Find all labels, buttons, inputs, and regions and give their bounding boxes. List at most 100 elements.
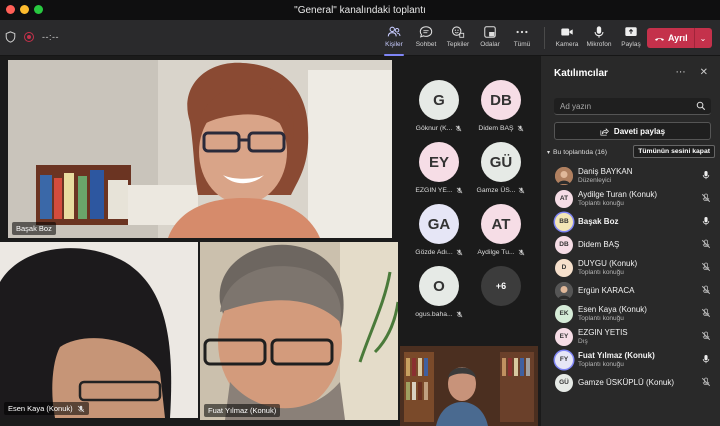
close-window-button[interactable]: [6, 5, 15, 14]
participant-row[interactable]: EY EZGIN YETIS Dış: [541, 325, 720, 348]
microphone-off-icon: [701, 331, 711, 341]
avatar: BB: [555, 212, 573, 231]
participant-role: Dış: [578, 338, 588, 345]
video-tile-main-speaker[interactable]: Başak Boz: [8, 60, 392, 238]
microphone-icon: [594, 26, 604, 38]
self-video-feed-image: [400, 346, 538, 426]
participant-row[interactable]: AT Aydilge Turan (Konuk) Toplantı konuğu: [541, 187, 720, 210]
toolbar-microphone-button[interactable]: Mikrofon: [583, 23, 615, 53]
participant-name: Başak Boz: [578, 217, 619, 226]
toolbar-camera-button[interactable]: Kamera: [551, 23, 583, 53]
share-invite-icon: [600, 127, 609, 135]
close-icon[interactable]: ✕: [700, 67, 708, 78]
participant-avatar: DB: [481, 80, 521, 120]
share-invite-button[interactable]: Daveti paylaş: [554, 122, 711, 140]
toolbar-share-button[interactable]: Paylaş: [615, 23, 647, 53]
leave-main-button[interactable]: Ayrıl: [647, 28, 695, 48]
self-view-tile[interactable]: [400, 346, 538, 426]
microphone-off-icon: [701, 239, 711, 249]
participant-tile[interactable]: AT Aydilge Tu...: [473, 204, 529, 264]
microphone-off-icon: [701, 285, 711, 295]
microphone-off-icon: [701, 193, 711, 203]
toolbar-chat-button[interactable]: Sohbet: [410, 23, 442, 53]
mute-all-button[interactable]: Tümünün sesini kapat: [633, 145, 715, 158]
participant-label: Gözde Adı...: [415, 249, 463, 256]
leave-button[interactable]: Ayrıl ⌄: [647, 28, 712, 48]
toolbar-rooms-button[interactable]: Odalar: [474, 23, 506, 53]
more-options-icon[interactable]: ⋯: [676, 67, 686, 78]
video-tile-fuat-yilmaz[interactable]: Fuat Yılmaz (Konuk): [200, 242, 398, 420]
avatar: [555, 166, 573, 185]
minimize-window-button[interactable]: [20, 5, 29, 14]
share-invite-label: Daveti paylaş: [613, 126, 666, 136]
participant-avatar: O: [419, 266, 459, 306]
participant-row[interactable]: D DUYGU (Konuk) Toplantı konuğu: [541, 256, 720, 279]
search-field[interactable]: [554, 98, 711, 115]
avatar: EY: [555, 327, 573, 346]
participant-name: Gamze ÜS...: [476, 187, 516, 194]
video-feed-image: [8, 60, 392, 238]
participant-name: Göknur (K...: [415, 125, 453, 132]
rooms-icon: [484, 26, 496, 38]
participant-name: Gamze ÜSKÜPLÜ (Konuk): [578, 378, 675, 387]
participant-tile[interactable]: O ogus.baha...: [411, 266, 467, 326]
section-title: Bu toplantıda (16): [553, 148, 608, 156]
participant-name: Ergün KARACA: [578, 286, 635, 295]
avatar: GÜ: [555, 373, 573, 392]
participant-role: Toplantı konuğu: [578, 315, 624, 322]
participant-tile[interactable]: G Göknur (K...: [411, 80, 467, 140]
search-input[interactable]: [554, 98, 684, 114]
toolbar-chat-label: Sohbet: [415, 41, 437, 48]
participant-row[interactable]: Ergün KARACA: [541, 279, 720, 302]
microphone-off-icon: [77, 405, 84, 412]
toolbar-camera-label: Kamera: [555, 41, 579, 48]
participant-name: Esen Kaya (Konuk): [8, 404, 73, 413]
video-tile-esen-kaya[interactable]: Esen Kaya (Konuk): [0, 242, 198, 418]
participant-tile[interactable]: DB Didem BAŞ: [473, 80, 529, 140]
search-icon: [696, 101, 706, 111]
participant-label: ogus.baha...: [415, 311, 463, 318]
toolbar-people-button[interactable]: Kişiler: [378, 23, 410, 56]
avatar: D: [555, 258, 573, 277]
people-icon: [387, 26, 401, 37]
recording-icon: [24, 32, 34, 42]
participant-name-tag: Fuat Yılmaz (Konuk): [204, 404, 281, 417]
maximize-window-button[interactable]: [34, 5, 43, 14]
microphone-icon: [702, 170, 710, 180]
more-icon: [516, 30, 528, 34]
participant-role: Düzenleyici: [578, 177, 612, 184]
share-icon: [625, 27, 637, 36]
participant-name: Didem BAŞ: [578, 240, 620, 249]
participant-name: Fuat Yılmaz (Konuk): [578, 351, 655, 360]
video-feed-image: [0, 242, 198, 418]
participant-row[interactable]: Daniş BAYKAN Düzenleyici: [541, 164, 720, 187]
toolbar-more-label: Tümü: [513, 41, 531, 48]
participant-label: EZGIN YE...: [415, 187, 463, 194]
toolbar-share-label: Paylaş: [621, 41, 641, 48]
participant-row[interactable]: BB Başak Boz: [541, 210, 720, 233]
meeting-timer: --:--: [42, 32, 59, 42]
toolbar-divider: [544, 27, 545, 49]
avatar: EK: [555, 304, 573, 323]
participant-row[interactable]: FY Fuat Yılmaz (Konuk) Toplantı konuğu: [541, 348, 720, 371]
participant-tile[interactable]: EY EZGIN YE...: [411, 142, 467, 202]
microphone-off-icon: [701, 308, 711, 318]
participant-tile[interactable]: GA Gözde Adı...: [411, 204, 467, 264]
participant-tile[interactable]: GÜ Gamze ÜS...: [473, 142, 529, 202]
participants-panel: Katılımcılar ⋯ ✕ Daveti paylaş ▾Bu topla…: [540, 56, 720, 426]
toolbar-more-button[interactable]: Tümü: [506, 23, 538, 53]
section-toggle[interactable]: ▾ Bu toplantıda (16): [547, 149, 607, 156]
shield-icon[interactable]: [5, 31, 16, 43]
toolbar-reactions-button[interactable]: Tepkiler: [442, 23, 474, 53]
participant-name: ogus.baha...: [415, 311, 453, 318]
participant-row[interactable]: EK Esen Kaya (Konuk) Toplantı konuğu: [541, 302, 720, 325]
more-participants-tile[interactable]: +6: [473, 266, 529, 326]
participant-row[interactable]: DB Didem BAŞ: [541, 233, 720, 256]
participant-role: Toplantı konuğu: [578, 361, 624, 368]
avatar: DB: [555, 235, 573, 254]
leave-options-chevron-down-icon[interactable]: ⌄: [695, 34, 711, 43]
participant-name: Başak Boz: [16, 224, 52, 233]
toolbar-reactions-label: Tepkiler: [446, 41, 470, 48]
participant-avatar: AT: [481, 204, 521, 244]
participant-row[interactable]: GÜ Gamze ÜSKÜPLÜ (Konuk): [541, 371, 720, 394]
